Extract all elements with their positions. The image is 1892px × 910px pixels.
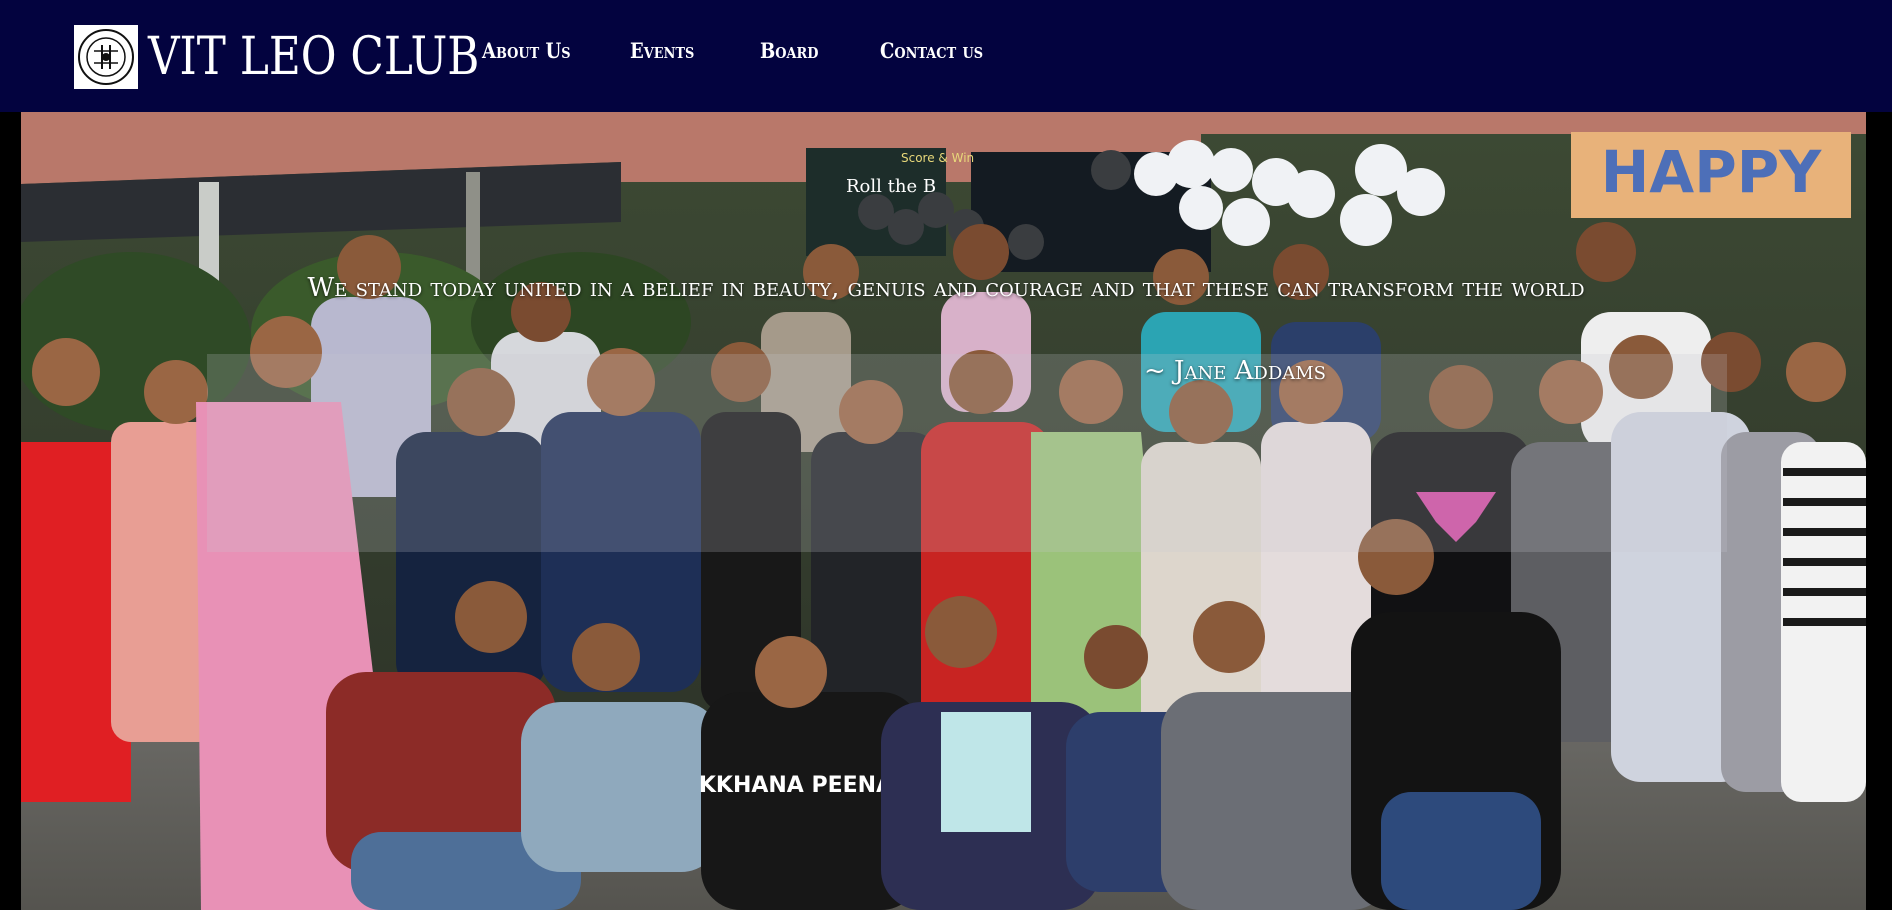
hero-section: HAPPY Roll the B Score & Win KKHANA PEEN… — [21, 112, 1866, 910]
leo-club-emblem-icon — [74, 25, 138, 89]
sign-text-score: Score & Win — [901, 151, 974, 165]
nav-board[interactable]: Board — [760, 38, 818, 63]
hero-quote: We stand today united in a belief in bea… — [307, 273, 1585, 303]
happy-banner-text: HAPPY — [1601, 138, 1822, 206]
nav-about-us[interactable]: About Us — [482, 38, 571, 63]
top-navbar: VIT LEO CLUB About Us Events Board Conta… — [0, 0, 1892, 112]
brand-name: VIT LEO CLUB — [148, 27, 480, 87]
hero-quote-author: ~ Jane Addams — [1143, 356, 1327, 386]
sign-text-roll: Roll the B — [846, 176, 936, 197]
nav-events[interactable]: Events — [630, 38, 694, 63]
quote-band — [207, 354, 1727, 552]
nav-contact-us[interactable]: Contact us — [880, 38, 983, 63]
shirt-text: KKHANA PEENA — [699, 773, 893, 798]
brand-home-link[interactable]: VIT LEO CLUB — [74, 24, 542, 90]
